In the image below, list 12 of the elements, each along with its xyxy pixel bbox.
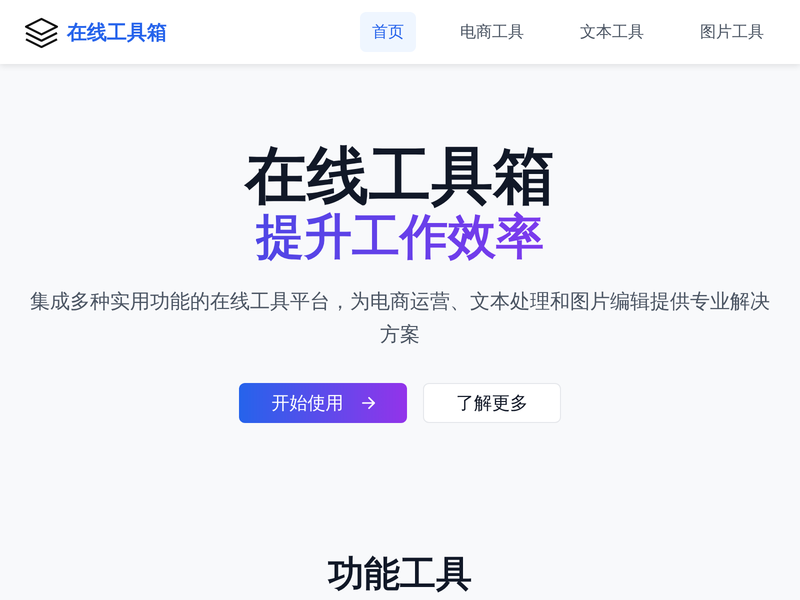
nav-link[interactable]: 文本工具	[568, 12, 656, 52]
nav-link[interactable]: 电商工具	[448, 12, 536, 52]
hero-title: 在线工具箱	[245, 142, 555, 210]
nav-link[interactable]: 图片工具	[688, 12, 776, 52]
arrow-right-icon	[362, 397, 374, 410]
hero-description: 集成多种实用功能的在线工具平台，为电商运营、文本处理和图片编辑提供专业解决方案	[29, 288, 771, 348]
nav-link[interactable]: 首页	[360, 12, 416, 52]
section-heading: 功能工具	[328, 557, 472, 594]
get-started-button[interactable]: 开始使用	[239, 383, 407, 424]
learn-more-button[interactable]: 了解更多	[423, 383, 561, 424]
stacked-layers-icon	[24, 16, 59, 48]
site-logo-text[interactable]: 在线工具箱	[67, 22, 167, 42]
